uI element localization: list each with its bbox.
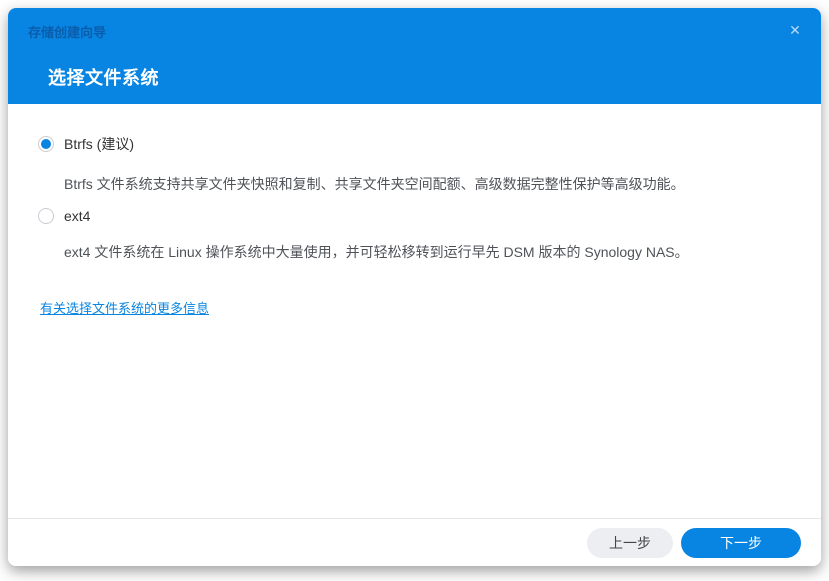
window-title: 存储创建向导 xyxy=(28,22,106,41)
radio-ext4[interactable] xyxy=(38,208,54,224)
page-title: 选择文件系统 xyxy=(48,64,159,90)
radio-ext4-label[interactable]: ext4 xyxy=(64,208,90,224)
radio-btrfs[interactable] xyxy=(38,136,54,152)
filesystem-option-ext4[interactable]: ext4 xyxy=(8,208,821,224)
dialog-footer: 上一步 下一步 xyxy=(8,518,821,566)
dialog-header: 存储创建向导 ✕ 选择文件系统 xyxy=(8,8,821,104)
next-step-button[interactable]: 下一步 xyxy=(681,528,801,558)
ext4-description: ext4 文件系统在 Linux 操作系统中大量使用，并可轻松移转到运行早先 D… xyxy=(64,244,781,260)
radio-btrfs-label[interactable]: Btrfs (建议) xyxy=(64,134,134,154)
filesystem-option-btrfs[interactable]: Btrfs (建议) xyxy=(8,104,821,154)
previous-step-button[interactable]: 上一步 xyxy=(587,528,673,558)
btrfs-description: Btrfs 文件系统支持共享文件夹快照和复制、共享文件夹空间配额、高级数据完整性… xyxy=(64,176,781,192)
storage-creation-wizard-dialog: 存储创建向导 ✕ 选择文件系统 Btrfs (建议) Btrfs 文件系统支持共… xyxy=(8,8,821,566)
filesystem-info-link[interactable]: 有关选择文件系统的更多信息 xyxy=(40,298,209,317)
dialog-body: Btrfs (建议) Btrfs 文件系统支持共享文件夹快照和复制、共享文件夹空… xyxy=(8,104,821,518)
close-icon[interactable]: ✕ xyxy=(785,20,805,40)
